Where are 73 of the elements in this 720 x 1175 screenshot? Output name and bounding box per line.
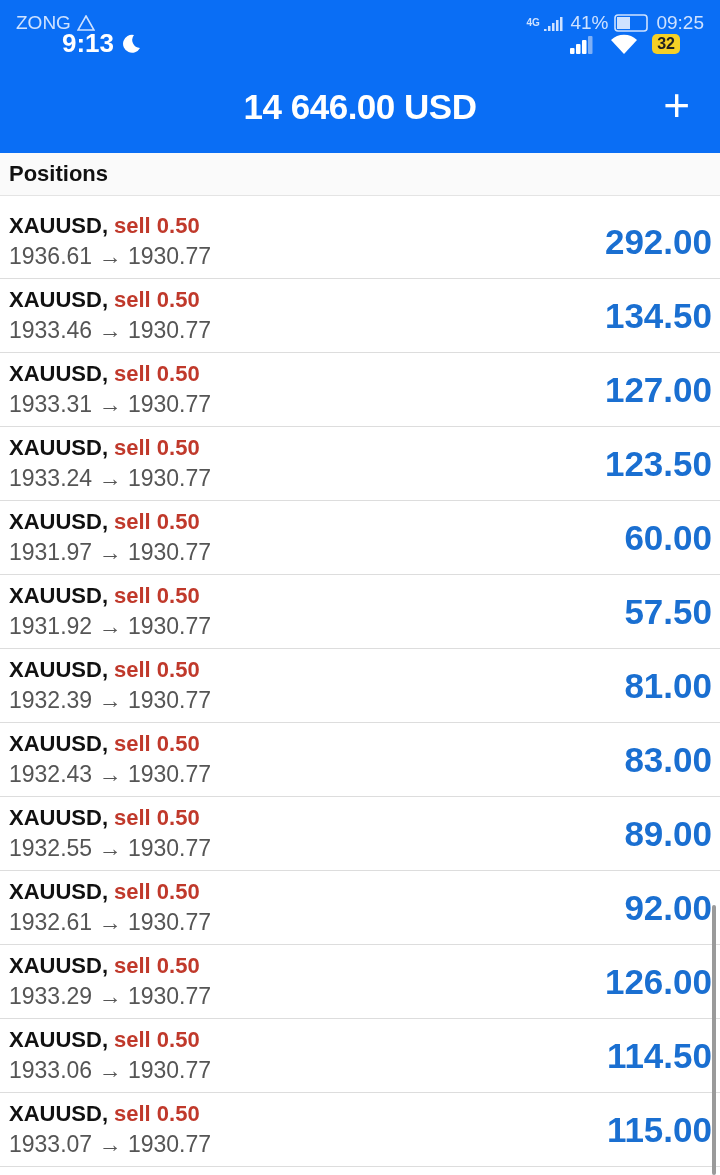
profit-value: 83.00 <box>624 739 712 780</box>
position-row[interactable]: XAUUSD, sell 0.50 1932.55 → 1930.77 89.00 <box>0 797 720 871</box>
price-range: 1936.61 → 1930.77 <box>9 243 212 270</box>
signal-icon <box>544 15 565 31</box>
price-range: 1933.06 → 1930.77 <box>9 1057 212 1084</box>
network-type: 4G <box>526 18 539 28</box>
order-side: sell 0.50 <box>114 657 200 683</box>
symbol: XAUUSD, <box>9 1027 108 1053</box>
symbol: XAUUSD, <box>9 1101 108 1127</box>
profit-value: 127.00 <box>604 369 712 410</box>
position-row[interactable]: XAUUSD, sell 0.50 1936.61 → 1930.77 292.00 <box>0 205 720 279</box>
symbol: XAUUSD, <box>9 731 108 757</box>
order-side: sell 0.50 <box>114 1101 200 1127</box>
warning-icon <box>76 15 95 31</box>
price-range: 1933.29 → 1930.77 <box>9 983 212 1010</box>
notification-badge: 32 <box>652 33 680 54</box>
wifi-icon <box>610 32 639 55</box>
order-side: sell 0.50 <box>114 287 200 313</box>
symbol: XAUUSD, <box>9 435 108 461</box>
profit-value: 115.00 <box>606 1109 712 1150</box>
symbol: XAUUSD, <box>9 657 108 683</box>
status-time: 09:25 <box>656 12 704 34</box>
profit-value: 57.50 <box>624 591 712 632</box>
order-side: sell 0.50 <box>114 879 200 905</box>
battery-icon <box>614 14 651 32</box>
moon-icon <box>120 32 143 55</box>
price-range: 1932.61 → 1930.77 <box>9 909 212 936</box>
profit-value: 89.00 <box>624 813 712 854</box>
profit-value: 123.50 <box>604 443 712 484</box>
price-range: 1932.39 → 1930.77 <box>9 687 212 714</box>
order-side: sell 0.50 <box>114 509 200 535</box>
price-range: 1932.43 → 1930.77 <box>9 761 212 788</box>
order-side: sell 0.50 <box>114 805 200 831</box>
profit-value: 134.50 <box>604 295 712 336</box>
section-title: Positions <box>9 161 108 187</box>
symbol: XAUUSD, <box>9 287 108 313</box>
add-button[interactable]: + <box>655 82 698 128</box>
symbol: XAUUSD, <box>9 361 108 387</box>
position-row[interactable]: XAUUSD, sell 0.50 1933.24 → 1930.77 123.50 <box>0 427 720 501</box>
price-range: 1933.31 → 1930.77 <box>9 391 212 418</box>
price-range: 1931.97 → 1930.77 <box>9 539 212 566</box>
order-side: sell 0.50 <box>114 435 200 461</box>
position-row[interactable]: XAUUSD, sell 0.50 1932.39 → 1930.77 81.00 <box>0 649 720 723</box>
order-side: sell 0.50 <box>114 583 200 609</box>
position-row[interactable]: XAUUSD, sell 0.50 1931.92 → 1930.77 57.50 <box>0 575 720 649</box>
symbol: XAUUSD, <box>9 879 108 905</box>
position-row[interactable]: XAUUSD, sell 0.50 1932.43 → 1930.77 83.00 <box>0 723 720 797</box>
position-row[interactable]: XAUUSD, sell 0.50 1931.97 → 1930.77 60.00 <box>0 501 720 575</box>
price-range: 1933.07 → 1930.77 <box>9 1131 212 1158</box>
profit-value: 81.00 <box>624 665 712 706</box>
profit-value: 126.00 <box>604 961 712 1002</box>
account-balance: 14 646.00 USD <box>243 86 477 127</box>
order-side: sell 0.50 <box>114 731 200 757</box>
position-row[interactable]: XAUUSD, sell 0.50 1933.46 → 1930.77 134.50 <box>0 279 720 353</box>
profit-value: 60.00 <box>624 517 712 558</box>
profit-value: 292.00 <box>604 221 712 262</box>
symbol: XAUUSD, <box>9 213 108 239</box>
price-range: 1932.55 → 1930.77 <box>9 835 212 862</box>
symbol: XAUUSD, <box>9 805 108 831</box>
price-range: 1931.92 → 1930.77 <box>9 613 212 640</box>
symbol: XAUUSD, <box>9 509 108 535</box>
symbol: XAUUSD, <box>9 583 108 609</box>
battery-percent: 41% <box>570 12 609 34</box>
profit-value: 92.00 <box>624 887 712 928</box>
symbol: XAUUSD, <box>9 953 108 979</box>
order-side: sell 0.50 <box>114 1027 200 1053</box>
price-range: 1933.46 → 1930.77 <box>9 317 212 344</box>
order-side: sell 0.50 <box>114 213 200 239</box>
order-side: sell 0.50 <box>114 361 200 387</box>
profit-value: 114.50 <box>606 1035 712 1076</box>
order-side: sell 0.50 <box>114 953 200 979</box>
price-range: 1933.24 → 1930.77 <box>9 465 212 492</box>
position-row[interactable]: XAUUSD, sell 0.50 1933.31 → 1930.77 127.00 <box>0 353 720 427</box>
